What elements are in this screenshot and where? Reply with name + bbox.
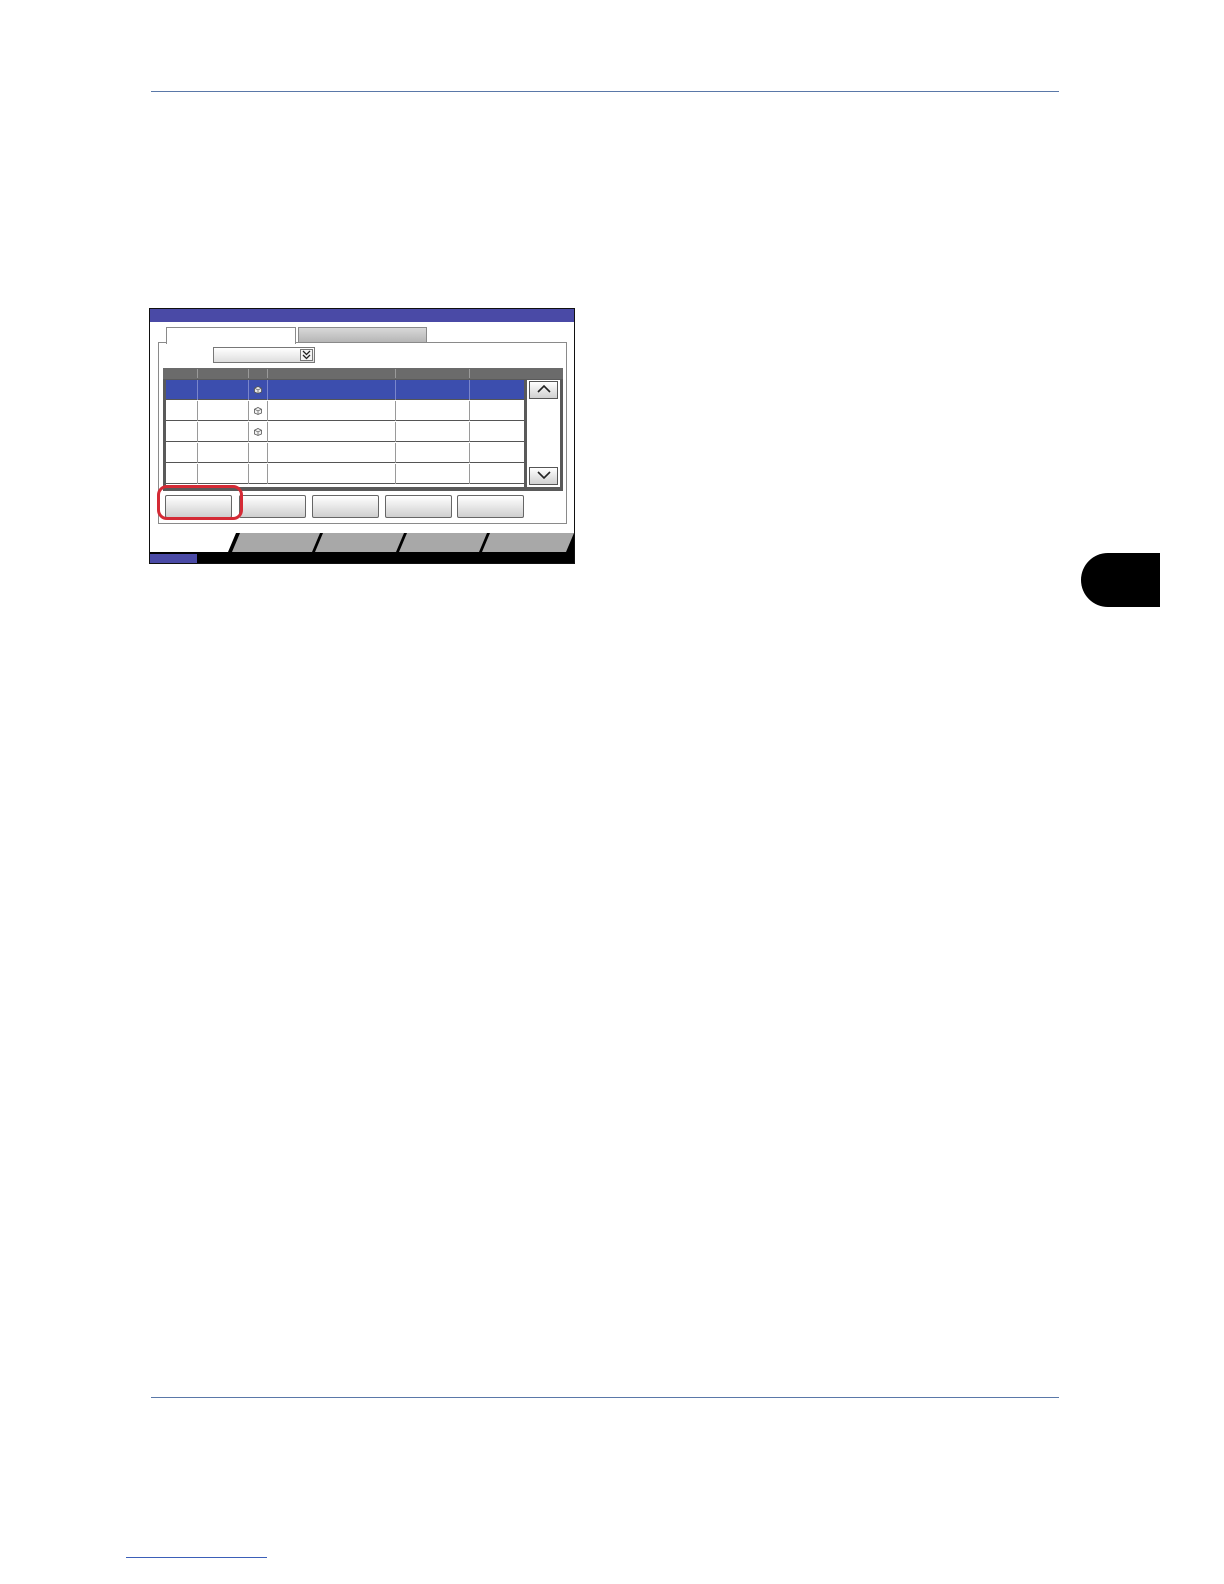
cell-divider [267,401,268,421]
list-row[interactable] [166,422,524,442]
action-button-5[interactable] [457,495,524,518]
cell-divider [395,464,396,484]
box-icon [254,428,262,436]
chapter-tab-marker [1081,553,1160,607]
bottom-tab-bar [150,533,574,563]
sort-dropdown[interactable] [213,347,315,363]
action-button-3[interactable] [312,495,379,518]
list-row[interactable] [166,464,524,484]
cell-divider [197,380,198,400]
header-divider [197,369,198,378]
action-button-4[interactable] [385,495,452,518]
cell-divider [248,380,249,400]
cell-divider [267,443,268,463]
list-rows [166,380,524,487]
cell-divider [197,443,198,463]
cell-divider [469,401,470,421]
cell-divider [248,443,249,463]
header-divider [395,369,396,378]
bottom-tab-2[interactable] [232,533,320,552]
cell-divider [248,401,249,421]
header-divider [248,369,249,378]
cell-divider [395,422,396,442]
list-header [163,368,563,379]
footer-rule [151,1397,1059,1398]
bottom-tab-5[interactable] [482,533,574,552]
cell-divider [197,422,198,442]
cell-divider [197,401,198,421]
bottom-tab-3[interactable] [315,533,404,552]
highlight-circle [157,485,243,520]
chevron-double-down-icon[interactable] [300,349,313,361]
chevron-up-icon [536,384,551,393]
chevron-down-icon [536,471,551,480]
cell-divider [197,464,198,484]
tab-2[interactable] [298,327,427,342]
device-panel-screenshot [149,308,575,564]
cell-divider [248,422,249,442]
cell-divider [248,464,249,484]
cell-divider [469,380,470,400]
bottom-tab-4[interactable] [399,533,487,552]
footer-link-underline[interactable] [126,1557,267,1558]
box-icon [254,386,262,394]
header-divider [267,369,268,378]
box-icon [254,407,262,415]
list-row[interactable] [166,443,524,463]
scroll-up-button[interactable] [529,381,558,399]
cell-divider [267,422,268,442]
list-row[interactable] [166,380,524,400]
panel-title-bar [150,309,574,322]
cell-divider [267,464,268,484]
header-rule [151,91,1059,92]
cell-divider [469,464,470,484]
cell-divider [395,443,396,463]
action-button-2[interactable] [239,495,306,518]
bottom-tab-1[interactable] [150,533,236,552]
scroll-down-button[interactable] [529,467,558,485]
cell-divider [469,443,470,463]
list-row[interactable] [166,401,524,421]
status-indicator [150,554,197,563]
cell-divider [267,380,268,400]
document-list [163,368,563,491]
cell-divider [469,422,470,442]
header-divider [469,369,470,378]
cell-divider [395,401,396,421]
cell-divider [395,380,396,400]
tab-1[interactable] [166,327,296,344]
